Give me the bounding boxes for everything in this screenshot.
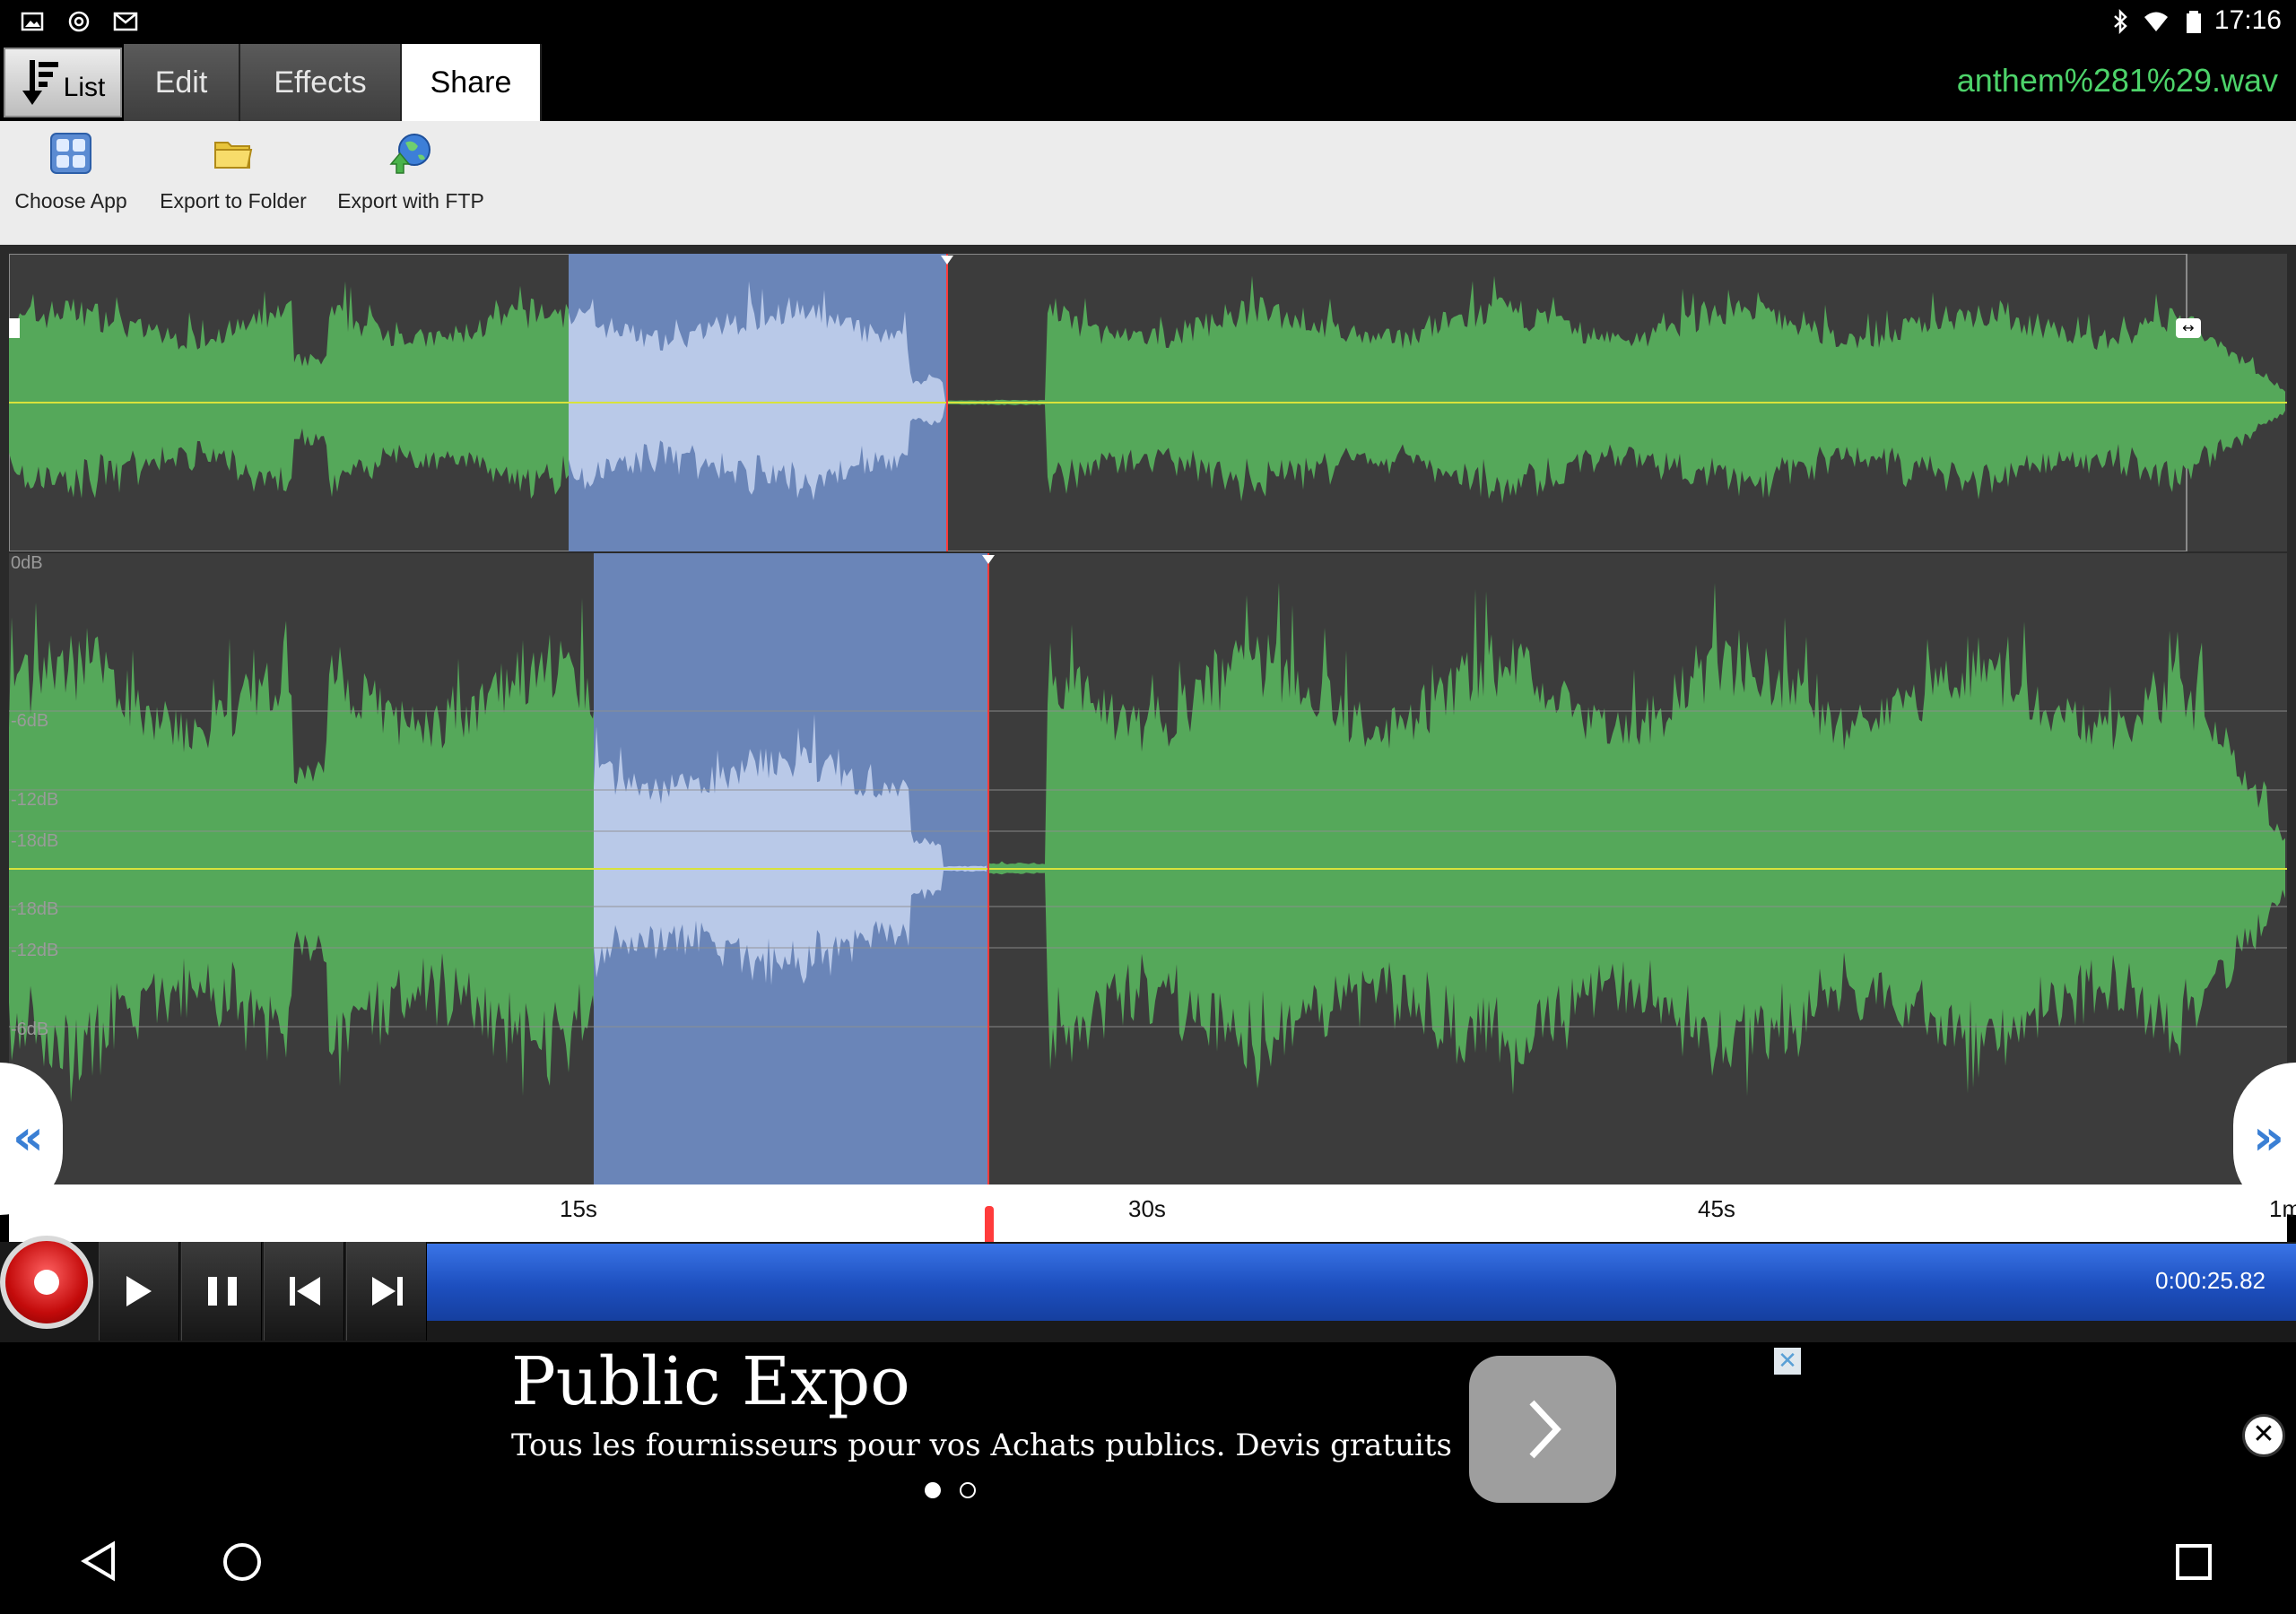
tab-edit[interactable]: Edit [124, 44, 240, 121]
db-label-0: 0dB [11, 553, 43, 573]
file-name: anthem%281%29.wav [1956, 62, 2278, 99]
db-label-4: -18dB [11, 899, 59, 919]
timeline-tick-30s: 30s [1128, 1195, 1166, 1222]
tab-share-label: Share [430, 65, 512, 100]
db-label-1: -6dB [11, 711, 49, 731]
zoom-range-left-handle[interactable] [9, 318, 20, 338]
skip-forward-icon [372, 1277, 403, 1306]
ad-page-dot-active[interactable] [925, 1482, 941, 1498]
timeline-tick-1m: 1m [2269, 1195, 2296, 1222]
folder-icon [214, 142, 253, 169]
ad-open-button[interactable] [1469, 1356, 1616, 1503]
export-with-ftp-label: Export with FTP [337, 189, 484, 213]
gmail-icon [113, 12, 138, 31]
pause-icon [208, 1277, 237, 1306]
db-label-5: -12dB [11, 941, 59, 960]
choose-app-button[interactable]: Choose App [7, 121, 135, 245]
list-button-label: List [63, 73, 106, 102]
playback-time: 0:00:25.82 [2155, 1267, 2266, 1294]
db-label-3: -18dB [11, 831, 59, 851]
ad-page-dot[interactable] [960, 1482, 976, 1498]
play-button[interactable] [99, 1242, 179, 1341]
export-to-folder-button[interactable]: Export to Folder [158, 121, 309, 245]
skip-to-start-button[interactable] [264, 1242, 344, 1341]
svg-text:↔: ↔ [2182, 319, 2194, 336]
recents-icon[interactable] [2174, 1542, 2213, 1582]
timeline-tick-15s: 15s [560, 1195, 597, 1222]
ad-close-button[interactable]: ✕ [2242, 1414, 2285, 1457]
timeline-tick-45s: 45s [1698, 1195, 1735, 1222]
export-to-folder-label: Export to Folder [160, 189, 307, 213]
main-wave-shape [9, 582, 2285, 1103]
wifi-icon [2144, 12, 2168, 31]
at-icon [68, 11, 90, 32]
system-nav-bar [0, 1506, 2296, 1614]
tab-bar: List Edit Effects Share anthem%281%29.wa… [0, 42, 2296, 121]
main-waveform[interactable] [9, 553, 2287, 1184]
skip-to-end-button[interactable] [346, 1242, 427, 1341]
pause-button[interactable] [181, 1242, 262, 1341]
status-bar: 17:16 [0, 0, 2296, 42]
record-button[interactable] [0, 1236, 93, 1329]
ad-title[interactable]: Public Expo [511, 1343, 910, 1420]
timeline-playhead[interactable] [985, 1206, 994, 1242]
bluetooth-icon [2114, 9, 2127, 34]
tab-edit-label: Edit [154, 65, 208, 100]
image-icon [21, 12, 44, 31]
tab-effects[interactable]: Effects [240, 44, 402, 121]
back-icon[interactable] [79, 1540, 118, 1582]
db-label-6: -6dB [11, 1020, 49, 1039]
home-icon[interactable] [221, 1540, 264, 1584]
list-button[interactable]: List [4, 48, 122, 117]
ad-choices-close-icon[interactable]: ✕ [1774, 1348, 1801, 1375]
progress-bar[interactable] [422, 1244, 2296, 1321]
ftp-globe-icon [389, 134, 430, 174]
battery-icon [2187, 11, 2201, 33]
ad-subtitle: Tous les fournisseurs pour vos Achats pu… [511, 1427, 1452, 1463]
db-label-2: -12dB [11, 790, 59, 810]
status-clock: 17:16 [2213, 5, 2282, 35]
apps-grid-icon [50, 133, 91, 174]
export-with-ftp-button[interactable]: Export with FTP [332, 121, 490, 245]
play-icon [126, 1276, 152, 1306]
ad-banner[interactable] [0, 1342, 2296, 1506]
tab-share[interactable]: Share [402, 44, 542, 121]
overview-waveform[interactable]: ↔ [9, 254, 2287, 551]
chevron-right-icon [1529, 1400, 1561, 1459]
skip-back-icon [290, 1277, 320, 1306]
tab-effects-label: Effects [274, 65, 367, 100]
record-icon [34, 1270, 59, 1295]
share-toolbar: Choose App Export to Folder Export with … [0, 121, 2296, 245]
double-chevron-left-icon: « [13, 1109, 44, 1166]
choose-app-label: Choose App [14, 189, 127, 213]
double-chevron-right-icon: » [2253, 1109, 2284, 1166]
list-sort-icon [22, 60, 58, 105]
